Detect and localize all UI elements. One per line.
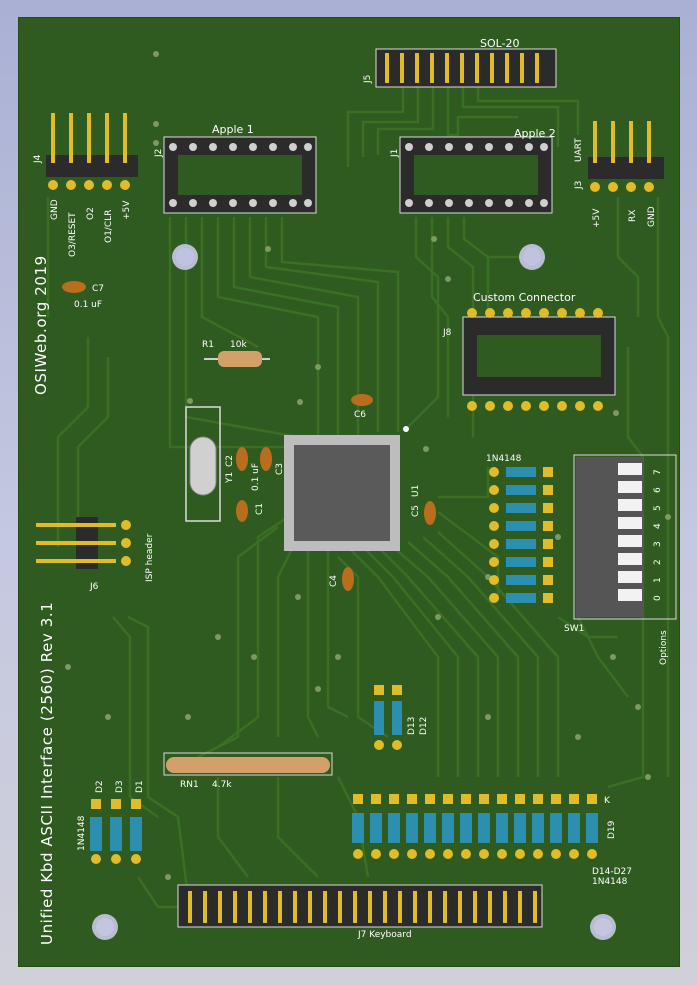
apple2-label: Apple 2: [514, 127, 556, 140]
sw1-pos-2: 2: [653, 559, 663, 565]
j2-socket-window: [178, 155, 302, 195]
c4-label: C4: [329, 575, 339, 587]
c7-capacitor: [62, 281, 86, 293]
sw1-pos-0: 0: [653, 595, 663, 601]
j4-pin-gnd: GND: [50, 199, 60, 220]
pcb-board: SOL-20 J5 J4 GND O3/RESET O2 O1/CLR +5V …: [18, 17, 680, 967]
sw1-pos-4: 4: [653, 523, 663, 529]
j7-keyboard-label: J7 Keyboard: [357, 930, 412, 940]
j4-pin-reset: O3/RESET: [68, 212, 78, 257]
sw1-label: SW1: [564, 624, 584, 634]
c7-value: 0.1 uF: [74, 300, 102, 310]
c1-capacitor: [236, 500, 248, 522]
d19-label: D19: [607, 820, 617, 839]
c5-capacitor: [424, 501, 436, 525]
custom-connector-label: Custom Connector: [473, 291, 576, 304]
c2-capacitor: [236, 447, 248, 471]
uart-label: UART: [574, 138, 584, 162]
j2-label: J2: [154, 149, 164, 158]
y1-label: Y1: [225, 472, 235, 484]
u1-label: U1: [411, 485, 421, 497]
j3-pin-5v: +5V: [592, 208, 602, 228]
j3-header: [588, 157, 664, 179]
rn1-label: RN1: [180, 780, 199, 790]
rn1-value: 4.7k: [212, 780, 232, 790]
d14-d27-label: D14-D27: [592, 867, 632, 877]
j8-socket-window: [477, 335, 601, 377]
sw1-pos-7: 7: [653, 469, 663, 475]
u1-pin1-dot: [403, 426, 409, 432]
r1-resistor: [218, 351, 262, 367]
j8-label: J8: [442, 328, 452, 338]
isp-header-label: ISP header: [145, 533, 155, 582]
j6-label: J6: [89, 582, 99, 592]
j7-header: [177, 884, 543, 928]
j5-label: J5: [363, 75, 373, 84]
rn1-resistor-network: [166, 757, 330, 773]
d13-label: D13: [407, 717, 417, 735]
c6-label: C6: [354, 410, 366, 420]
diode-array-type: 1N4148: [486, 454, 522, 464]
c3-label: C3: [275, 463, 285, 475]
sw1-pos-5: 5: [653, 505, 663, 511]
sol20-label: SOL-20: [480, 37, 520, 50]
r1-label: R1: [202, 340, 214, 350]
d1-d3-type: 1N4148: [77, 815, 87, 851]
c3-capacitor: [260, 447, 272, 471]
c2-value: 0.1 uF: [251, 463, 261, 491]
j4-pin-5v: +5V: [122, 200, 132, 220]
board-title: Unified Kbd ASCII Interface (2560) Rev 3…: [38, 602, 56, 945]
sw1-pos-3: 3: [653, 541, 663, 547]
c1-label: C1: [255, 503, 265, 515]
j3-label: J3: [574, 181, 584, 190]
d3-label: D3: [115, 780, 125, 793]
j3-pin-gnd: GND: [647, 206, 657, 227]
j4-pin-o2: O2: [86, 207, 96, 220]
j1-label: J1: [390, 149, 400, 158]
apple1-label: Apple 1: [212, 123, 254, 136]
board-credit: OSIWeb.org 2019: [32, 255, 50, 395]
u1-chip: [294, 445, 390, 541]
d14-d27-type: 1N4148: [592, 877, 628, 887]
options-label: Options: [659, 630, 669, 665]
sw1-pos-6: 6: [653, 487, 663, 493]
j4-label: J4: [33, 154, 43, 164]
c7-label: C7: [92, 284, 104, 294]
sw1-pos-1: 1: [653, 577, 663, 583]
j4-pin-clr: O1/CLR: [104, 210, 114, 243]
j1-socket-window: [414, 155, 538, 195]
d12-label: D12: [419, 717, 429, 735]
c5-label: C5: [411, 505, 421, 517]
j3-pin-rx: RX: [628, 210, 638, 222]
r1-value: 10k: [230, 340, 247, 350]
c2-label: C2: [225, 455, 235, 467]
y1-crystal: [189, 436, 217, 496]
d1-label: D1: [135, 780, 145, 793]
d2-label: D2: [95, 780, 105, 793]
c6-capacitor: [351, 394, 373, 406]
c4-capacitor: [342, 567, 354, 591]
